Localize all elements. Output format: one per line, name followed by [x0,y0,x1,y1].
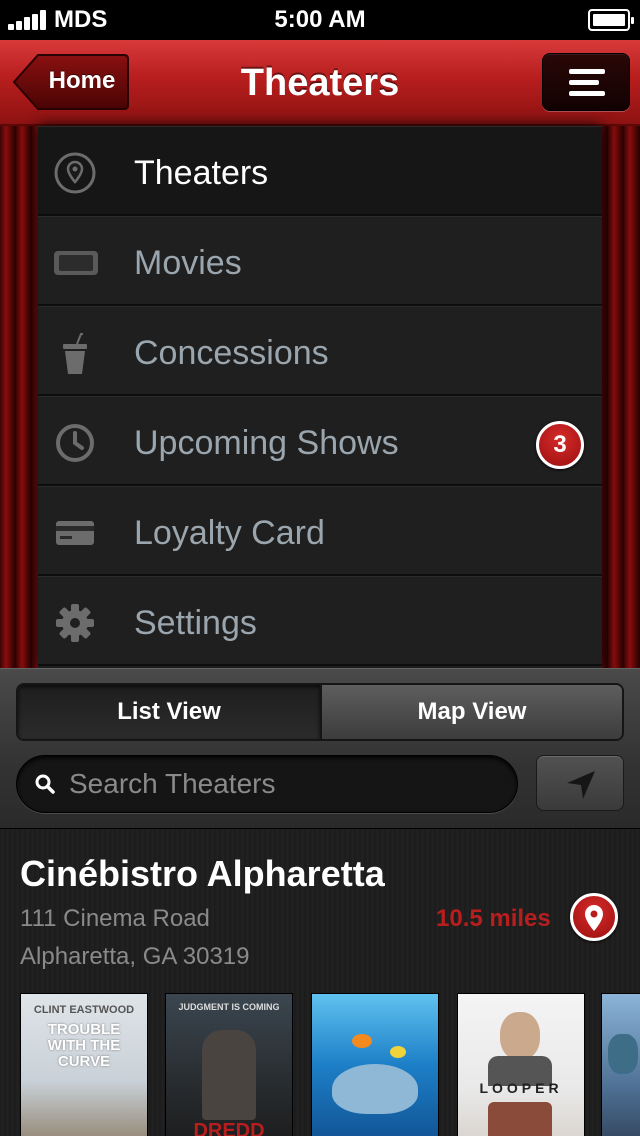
poster-tagline: CLINT EASTWOOD [33,1004,135,1016]
location-icon [54,152,96,194]
movie-poster[interactable] [601,993,640,1136]
menu-item-label: Upcoming Shows [134,424,399,462]
menu-item-concessions[interactable]: Concessions [38,306,602,396]
movie-poster[interactable]: JUDGMENT IS COMING DREDD [165,993,293,1136]
menu-item-upcoming-shows[interactable]: Upcoming Shows 3 [38,396,602,486]
movie-poster[interactable] [311,993,439,1136]
map-pin-icon [585,905,603,931]
location-arrow-icon [567,771,595,799]
poster-title: DREDD [193,1120,265,1136]
theater-list-item[interactable]: Cinébistro Alpharetta 111 Cinema Road Al… [0,828,640,1136]
search-input[interactable] [69,764,499,804]
movie-poster[interactable]: CLINT EASTWOOD TROUBLE WITH THE CURVE [20,993,148,1136]
ticket-icon [54,251,98,275]
list-view-tab[interactable]: List View [18,685,320,739]
locate-me-button[interactable] [536,755,624,811]
menu-item-label: Movies [134,244,242,282]
menu-item-label: Settings [134,604,257,642]
drink-cup-icon [63,333,87,374]
search-toolbar: List View Map View [0,668,640,828]
menu-item-settings[interactable]: Settings [38,576,602,666]
status-bar: MDS 5:00 AM [0,0,640,40]
poster-title: LOOPER [479,1080,563,1096]
theater-address-line2: Alpharetta, GA 30319 [20,943,250,970]
menu-item-label: Concessions [134,334,329,372]
menu-item-loyalty-card[interactable]: Loyalty Card [38,486,602,576]
map-view-tab[interactable]: Map View [320,685,622,739]
menu-item-movies[interactable]: Movies [38,216,602,306]
poster-title: TROUBLE WITH THE CURVE [47,1021,121,1070]
side-menu: Theaters Movies Concessions Upcoming Sho… [38,126,602,668]
movie-poster[interactable]: LOOPER [457,993,585,1136]
view-toggle: List View Map View [16,683,624,741]
theater-address-line1: 111 Cinema Road [20,905,210,932]
menu-toggle-button[interactable] [542,53,630,111]
theater-name: Cinébistro Alpharetta [20,853,385,894]
theater-distance: 10.5 miles [436,905,551,932]
status-time: 5:00 AM [274,6,366,33]
map-pin-button[interactable] [570,893,618,941]
notification-badge: 3 [536,421,584,469]
battery-icon [588,9,634,31]
gear-icon [56,604,94,642]
menu-item-label: Theaters [134,154,269,192]
movie-poster-strip: CLINT EASTWOOD TROUBLE WITH THE CURVE JU… [0,993,640,1136]
card-icon [56,521,94,545]
navigation-bar: Home Theaters [0,40,640,126]
menu-item-label: Loyalty Card [134,514,325,552]
search-icon [35,774,55,794]
menu-item-theaters[interactable]: Theaters [38,126,602,216]
poster-tagline: JUDGMENT IS COMING [178,1002,280,1012]
search-box [16,755,518,813]
clock-icon [56,424,94,462]
